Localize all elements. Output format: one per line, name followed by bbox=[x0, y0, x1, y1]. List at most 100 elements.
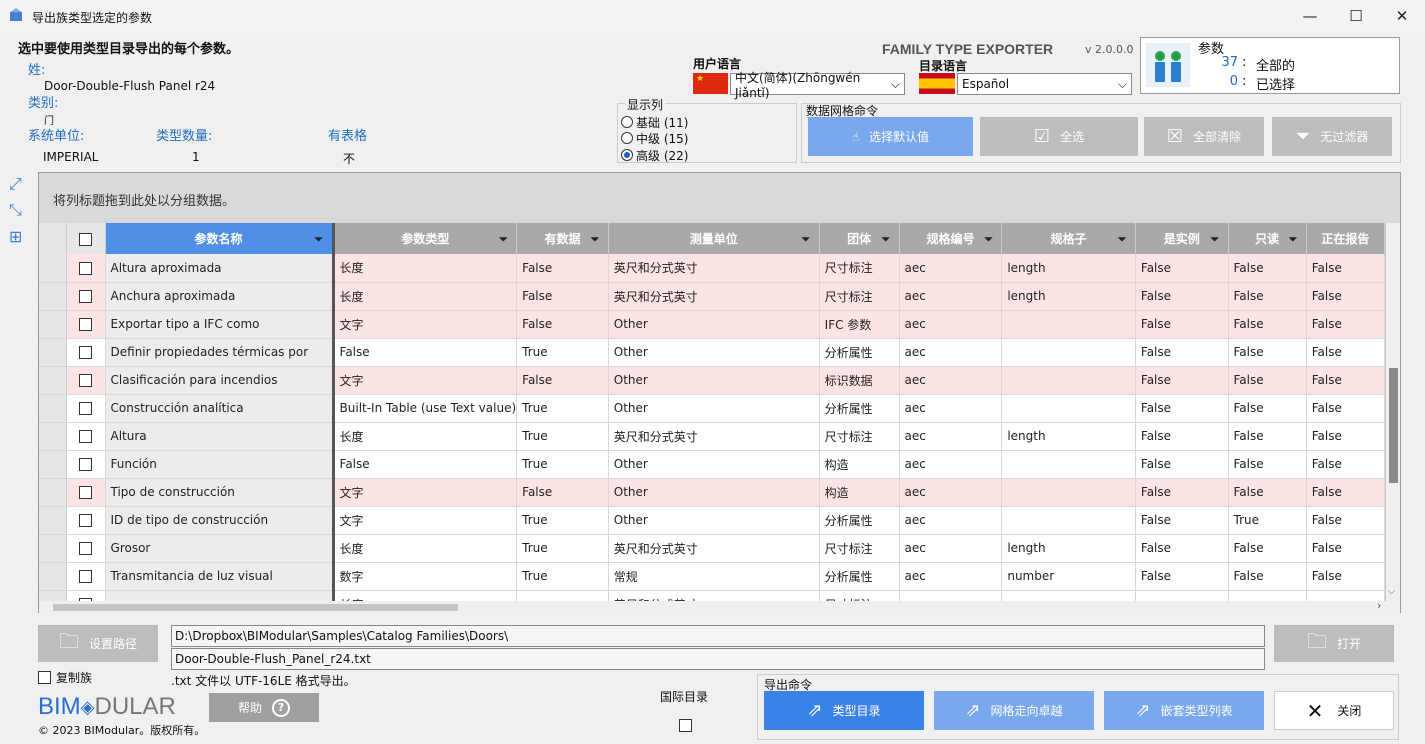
table-row[interactable]: Altura 长度 True 英尺和分式英寸 尺寸标注 aec length False Fal… bbox=[39, 422, 1385, 451]
row-checkbox[interactable] bbox=[79, 318, 93, 331]
header-is-instance[interactable]: 是实例 ⏷ bbox=[1135, 223, 1229, 254]
scroll-down-icon[interactable]: ⌵ bbox=[1388, 587, 1395, 597]
user-language-select[interactable]: 中文(简体)(Zhōngwén Jiǎntǐ) ⌵ bbox=[730, 71, 905, 100]
row-checkbox[interactable] bbox=[79, 458, 93, 471]
table-row[interactable]: Construcción analítica Built-In Table (us… bbox=[39, 394, 1385, 423]
vertical-scrollbar[interactable]: ⌵ bbox=[1386, 223, 1400, 601]
row-checkbox[interactable] bbox=[79, 261, 93, 275]
tree-view-icon[interactable]: ⊞ bbox=[9, 227, 22, 246]
maximize-icon[interactable]: ☐ bbox=[1333, 0, 1379, 32]
row-checkbox-cell[interactable] bbox=[66, 310, 106, 339]
header-has-data[interactable]: 有数据 ⏷ bbox=[516, 223, 609, 254]
filter-icon[interactable]: ⏷ bbox=[984, 232, 994, 247]
select-all-button[interactable]: ☑ 全选 bbox=[980, 117, 1138, 156]
filter-icon[interactable]: ⏷ bbox=[499, 232, 509, 247]
row-checkbox-cell[interactable] bbox=[66, 590, 106, 601]
header-spec-id[interactable]: 规格编号 ⏷ bbox=[899, 223, 1003, 254]
row-checkbox[interactable] bbox=[79, 374, 93, 387]
radio-intermediate[interactable]: 中级 (15) bbox=[621, 130, 688, 146]
nested-types-button[interactable]: ⇗ 嵌套类型列表 bbox=[1104, 691, 1264, 730]
table-row[interactable]: 长度 英尺和分式英寸尺寸标注 bbox=[39, 590, 1385, 601]
row-checkbox[interactable] bbox=[79, 570, 93, 583]
table-row[interactable]: Tipo de construcción 文字 False Other 构造 aec Fal… bbox=[39, 478, 1385, 507]
row-checkbox-cell[interactable] bbox=[66, 450, 106, 479]
row-checkbox-cell[interactable] bbox=[66, 422, 106, 451]
filter-icon[interactable]: ⏷ bbox=[881, 232, 891, 247]
header-read-only[interactable]: 只读 ⏷ bbox=[1228, 223, 1307, 254]
path-field[interactable]: D:\Dropbox\BIModular\Samples\Catalog Fam… bbox=[171, 625, 1265, 647]
row-checkbox-cell[interactable] bbox=[66, 282, 106, 311]
group-drop-area[interactable]: 将列标题拖到此处以分组数据。 bbox=[39, 173, 1400, 223]
table-row[interactable]: ID de tipo de construcción 文字 True Other 分析属… bbox=[39, 506, 1385, 535]
row-checkbox[interactable] bbox=[79, 402, 93, 415]
radio-basic[interactable]: 基础 (11) bbox=[621, 114, 688, 130]
header-spec-sub[interactable]: 规格子 ⏷ bbox=[1001, 223, 1136, 254]
minimize-icon[interactable]: — bbox=[1287, 0, 1333, 32]
set-path-button[interactable]: 🗀 设置路径 bbox=[38, 625, 158, 662]
header-unit[interactable]: 测量单位 ⏷ bbox=[608, 223, 820, 254]
header-select-all-cell[interactable] bbox=[66, 223, 106, 254]
cell-group: 分析属性 bbox=[819, 506, 900, 535]
open-button[interactable]: 🗀 打开 bbox=[1274, 625, 1394, 662]
copy-family-checkbox[interactable]: 复制族 bbox=[38, 669, 92, 686]
header-label: 规格编号 bbox=[926, 232, 975, 246]
table-row[interactable]: Función False True Other 构造 aec False False Fals… bbox=[39, 450, 1385, 479]
row-checkbox-cell[interactable] bbox=[66, 338, 106, 367]
close-window-icon[interactable]: ✕ bbox=[1379, 0, 1425, 32]
select-default-button[interactable]: ☝ 选择默认值 bbox=[808, 117, 973, 156]
cell-spec-id: aec bbox=[899, 562, 1003, 591]
grid-to-excel-button[interactable]: ⇗ 网格走向卓越 bbox=[934, 691, 1094, 730]
expand-icon[interactable]: ⤢ bbox=[9, 174, 22, 194]
row-checkbox-cell[interactable] bbox=[66, 478, 106, 507]
cell-spec-id bbox=[899, 590, 1003, 601]
header-reporting[interactable]: 正在报告 bbox=[1306, 223, 1385, 254]
row-checkbox[interactable] bbox=[79, 542, 93, 555]
type-catalog-button[interactable]: ⇗ 类型目录 bbox=[764, 691, 924, 730]
table-row[interactable]: Grosor 长度 True 英尺和分式英寸 尺寸标注 aec length False Fal… bbox=[39, 534, 1385, 563]
row-checkbox[interactable] bbox=[79, 290, 93, 303]
row-checkbox[interactable] bbox=[79, 430, 93, 443]
scroll-right-icon[interactable]: › bbox=[1377, 599, 1381, 612]
filter-icon[interactable]: ⏷ bbox=[314, 232, 324, 247]
row-checkbox-cell[interactable] bbox=[66, 394, 106, 423]
table-row[interactable]: Transmitancia de luz visual 数字 True 常规 分析属性 a… bbox=[39, 562, 1385, 591]
vertical-scroll-thumb[interactable] bbox=[1389, 368, 1398, 483]
row-checkbox-cell[interactable] bbox=[66, 506, 106, 535]
row-checkbox-cell[interactable] bbox=[66, 254, 106, 283]
collapse-icon[interactable]: ⤡ bbox=[9, 200, 22, 220]
clear-all-button[interactable]: ☒ 全部清除 bbox=[1144, 117, 1264, 156]
intl-catalog-checkbox[interactable] bbox=[679, 719, 692, 732]
row-checkbox[interactable] bbox=[79, 346, 93, 359]
catalog-language-select[interactable]: Español ⌵ bbox=[957, 73, 1132, 95]
select-all-checkbox[interactable] bbox=[79, 232, 93, 246]
table-row[interactable]: Exportar tipo a IFC como 文字 False Other IFC … bbox=[39, 310, 1385, 339]
file-name-field[interactable]: Door-Double-Flush_Panel_r24.txt bbox=[171, 648, 1265, 670]
row-checkbox-cell[interactable] bbox=[66, 534, 106, 563]
header-group[interactable]: 团体 ⏷ bbox=[819, 223, 900, 254]
no-filter-button[interactable]: ⏷ 无过滤器 bbox=[1272, 117, 1392, 156]
table-row[interactable]: Anchura aproximada 长度 False 英尺和分式英寸 尺寸标注 aec l… bbox=[39, 282, 1385, 311]
row-gutter bbox=[39, 590, 67, 601]
help-button[interactable]: 帮助? bbox=[209, 693, 319, 722]
cell-is-instance: False bbox=[1135, 422, 1229, 451]
copyright-text: © 2023 BIModular。版权所有。 bbox=[38, 724, 206, 737]
row-checkbox-cell[interactable] bbox=[66, 366, 106, 395]
cell-read-only: False bbox=[1228, 310, 1307, 339]
filter-icon[interactable]: ⏷ bbox=[1117, 232, 1127, 247]
header-param-type[interactable]: 参数类型 ⏷ bbox=[333, 223, 518, 254]
row-checkbox[interactable] bbox=[79, 486, 93, 499]
header-param-name[interactable]: 参数名称 ⏷ bbox=[105, 223, 335, 254]
horizontal-scroll-thumb[interactable] bbox=[53, 604, 458, 611]
horizontal-scrollbar[interactable]: › bbox=[39, 599, 1400, 613]
close-button[interactable]: ✕ 关闭 bbox=[1274, 691, 1394, 730]
filter-icon[interactable]: ⏷ bbox=[590, 232, 600, 247]
row-checkbox-cell[interactable] bbox=[66, 562, 106, 591]
row-checkbox[interactable] bbox=[79, 514, 93, 527]
filter-icon[interactable]: ⏷ bbox=[1210, 232, 1220, 247]
table-row[interactable]: Altura aproximada 长度 False 英尺和分式英寸 尺寸标注 aec le… bbox=[39, 254, 1385, 283]
table-row[interactable]: Clasificación para incendios 文字 False Other… bbox=[39, 366, 1385, 395]
radio-advanced[interactable]: 高级 (22) bbox=[621, 147, 688, 163]
filter-icon[interactable]: ⏷ bbox=[801, 232, 811, 247]
filter-icon[interactable]: ⏷ bbox=[1288, 232, 1298, 247]
table-row[interactable]: Definir propiedades térmicas por False Tru… bbox=[39, 338, 1385, 367]
